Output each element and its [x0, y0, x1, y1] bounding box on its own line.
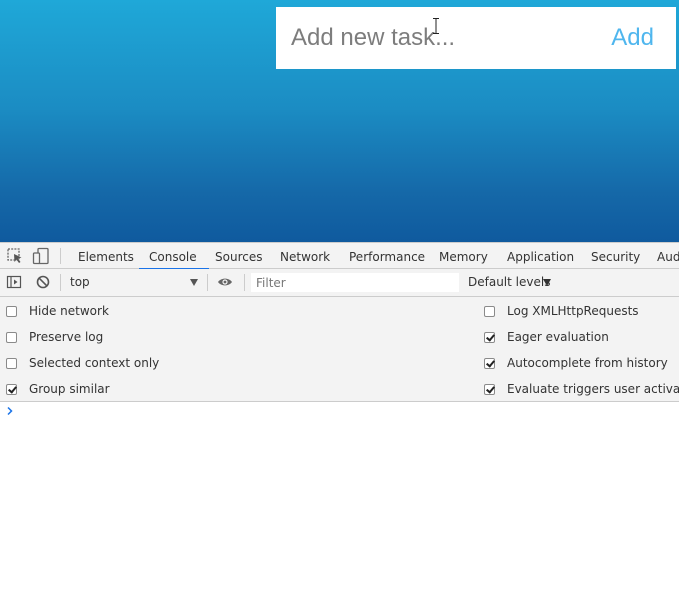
- evaluate-triggers-user-activation-checkbox[interactable]: [484, 383, 495, 395]
- hide-network-option[interactable]: Hide network: [6, 302, 109, 320]
- tab-network[interactable]: Network: [280, 243, 330, 269]
- toolbar-separator: [207, 274, 208, 291]
- tab-console[interactable]: Console: [139, 243, 209, 270]
- option-label: Log XMLHttpRequests: [507, 304, 639, 318]
- preserve-log-checkbox[interactable]: [6, 331, 17, 343]
- tab-performance[interactable]: Performance: [349, 243, 425, 269]
- log-xmlhttprequests-option[interactable]: Log XMLHttpRequests: [484, 302, 639, 320]
- evaluate-triggers-user-activation-option[interactable]: Evaluate triggers user activation: [484, 380, 679, 398]
- clear-console-icon[interactable]: [35, 274, 51, 290]
- chevron-down-icon[interactable]: [543, 279, 551, 286]
- autocomplete-from-history-checkbox[interactable]: [484, 357, 495, 369]
- hide-network-checkbox[interactable]: [6, 305, 17, 317]
- option-label: Eager evaluation: [507, 330, 609, 344]
- log-levels-dropdown[interactable]: Default levels: [468, 269, 550, 296]
- filter-input[interactable]: [251, 273, 459, 292]
- tabbar-separator: [60, 248, 61, 264]
- toolbar-separator: [244, 274, 245, 291]
- console-toolbar: top Default levels: [0, 269, 679, 297]
- console-settings: Hide network Preserve log Selected conte…: [0, 297, 679, 402]
- add-task-button[interactable]: Add: [611, 7, 654, 69]
- option-label: Preserve log: [29, 330, 104, 344]
- autocomplete-from-history-option[interactable]: Autocomplete from history: [484, 354, 668, 372]
- live-expression-eye-icon[interactable]: [217, 274, 233, 290]
- context-selector[interactable]: top: [70, 269, 90, 296]
- devtools-panel: Elements Console Sources Network Perform…: [0, 242, 679, 592]
- log-xmlhttprequests-checkbox[interactable]: [484, 305, 495, 317]
- devtools-tabbar: Elements Console Sources Network Perform…: [0, 242, 679, 270]
- group-similar-option[interactable]: Group similar: [6, 380, 110, 398]
- console-output[interactable]: [0, 402, 679, 592]
- eager-evaluation-checkbox[interactable]: [484, 331, 495, 343]
- option-label: Evaluate triggers user activation: [507, 382, 679, 396]
- tab-security[interactable]: Security: [591, 243, 640, 269]
- inspect-element-icon[interactable]: [6, 247, 24, 265]
- device-toolbar-icon[interactable]: [32, 247, 50, 265]
- app-viewport: Add: [0, 0, 679, 242]
- new-task-input[interactable]: [276, 7, 586, 69]
- option-label: Group similar: [29, 382, 110, 396]
- group-similar-checkbox[interactable]: [6, 383, 17, 395]
- toolbar-separator: [60, 274, 61, 291]
- tab-application[interactable]: Application: [507, 243, 574, 269]
- chevron-down-icon[interactable]: [190, 279, 198, 286]
- show-sidebar-icon[interactable]: [6, 274, 22, 290]
- preserve-log-option[interactable]: Preserve log: [6, 328, 103, 346]
- eager-evaluation-option[interactable]: Eager evaluation: [484, 328, 609, 346]
- option-label: Hide network: [29, 304, 109, 318]
- selected-context-only-option[interactable]: Selected context only: [6, 354, 159, 372]
- text-cursor-icon: [433, 18, 439, 34]
- option-label: Autocomplete from history: [507, 356, 668, 370]
- new-task-form: Add: [276, 7, 676, 69]
- console-prompt-chevron-icon: [7, 406, 13, 416]
- tab-memory[interactable]: Memory: [439, 243, 488, 269]
- option-label: Selected context only: [29, 356, 160, 370]
- selected-context-only-checkbox[interactable]: [6, 357, 17, 369]
- tab-audits[interactable]: Aud: [657, 243, 679, 269]
- tab-elements[interactable]: Elements: [78, 243, 134, 269]
- tab-sources[interactable]: Sources: [215, 243, 262, 269]
